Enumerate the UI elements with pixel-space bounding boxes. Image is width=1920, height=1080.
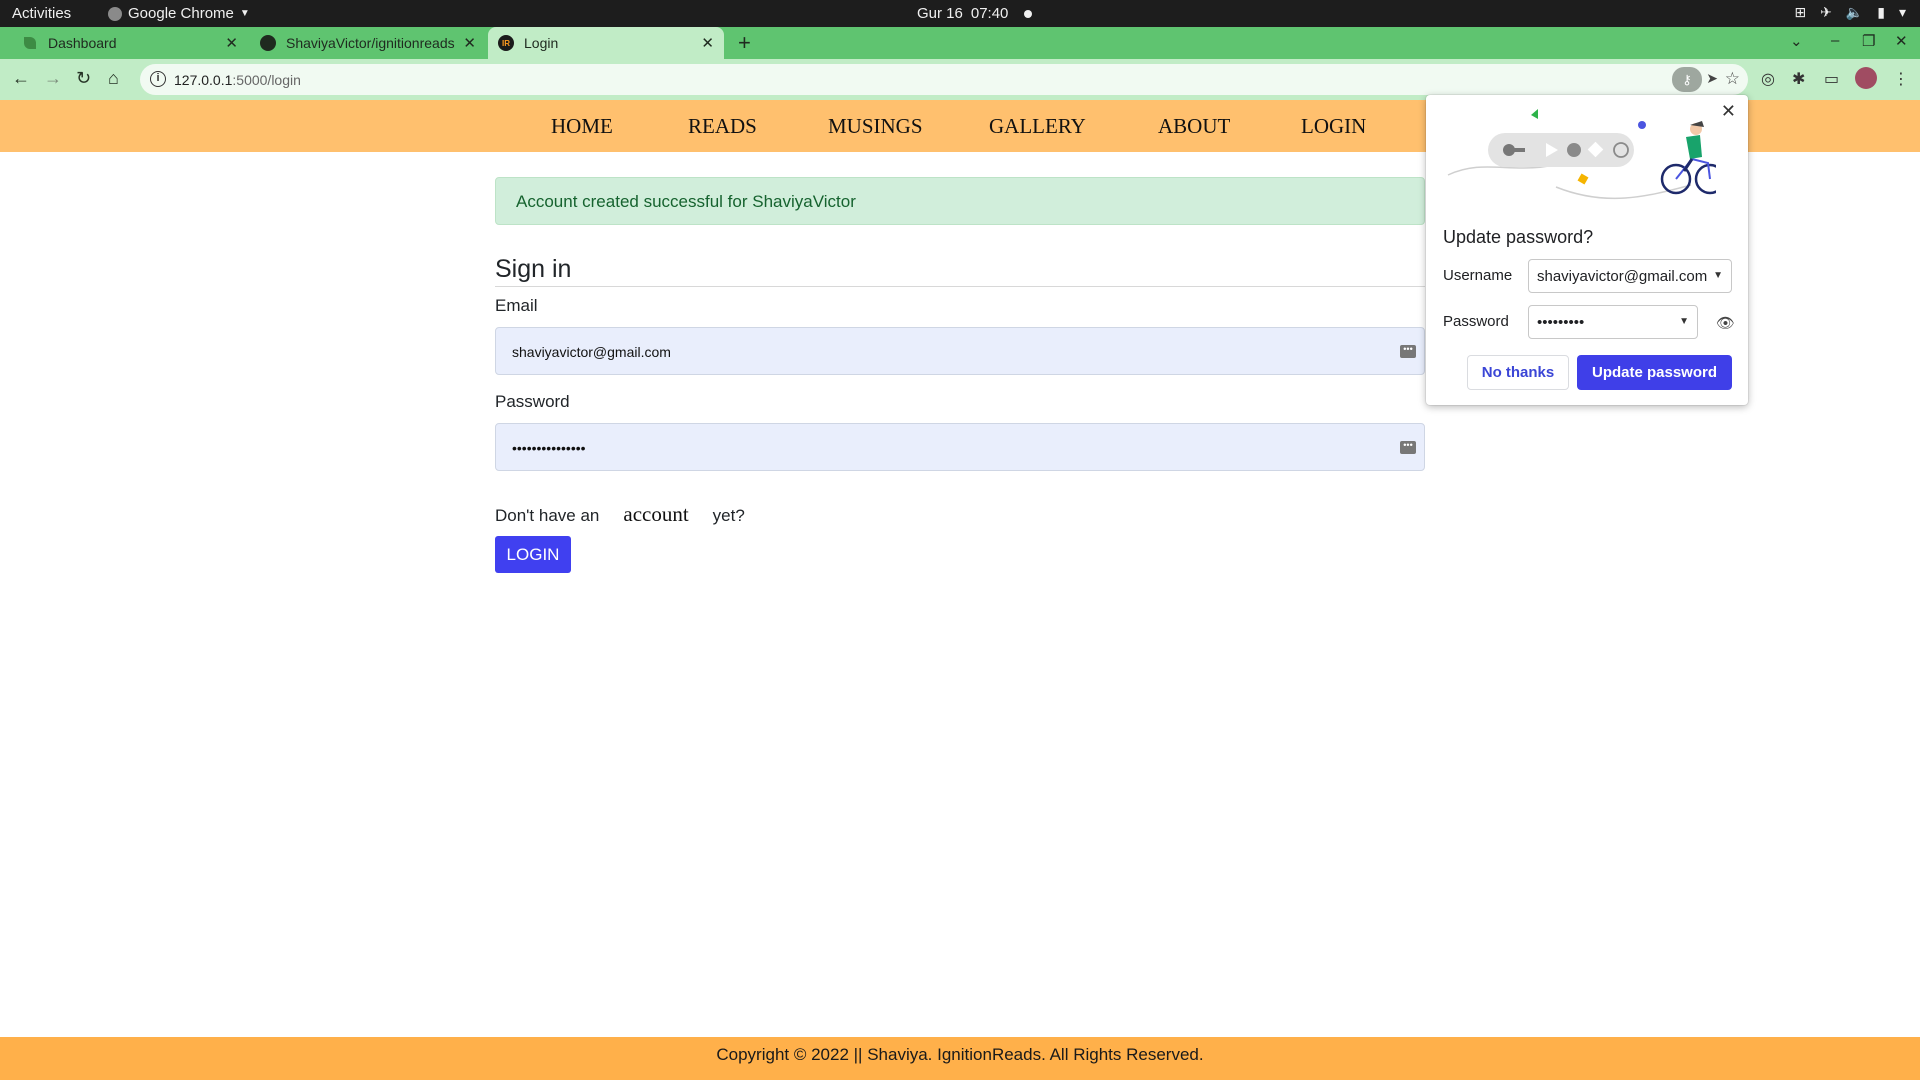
minimize-icon[interactable]: –: [1831, 32, 1839, 49]
signup-prefix: Don't have an: [495, 506, 600, 525]
tab-search-icon[interactable]: ⌄: [1790, 32, 1803, 50]
tab-title: Dashboard: [48, 35, 117, 51]
address-bar[interactable]: i 127.0.0.1:5000/login ⚷ ➤ ☆: [140, 64, 1748, 95]
nav-login[interactable]: LOGIN: [1301, 114, 1401, 139]
reload-icon[interactable]: ↻: [76, 68, 91, 89]
login-button[interactable]: LOGIN: [495, 536, 571, 573]
system-top-bar: Activities Google Chrome ▼ Gur 16 07:40 …: [0, 0, 1920, 27]
system-tray[interactable]: ⊞ ✈ 🔈 ▮ ▾: [1794, 4, 1906, 21]
browser-toolbar: ← → ↻ ⌂ i 127.0.0.1:5000/login ⚷ ➤ ☆ ◎ ✱…: [0, 59, 1920, 100]
signup-prompt: Don't have an account yet?: [495, 502, 745, 527]
extension-icon[interactable]: ◎: [1761, 69, 1775, 89]
new-tab-icon[interactable]: +: [738, 30, 751, 56]
power-menu-icon: ▾: [1898, 4, 1906, 20]
caret-down-icon: ▼: [1679, 316, 1689, 327]
tab-dashboard[interactable]: Dashboard ✕: [12, 27, 248, 59]
password-key-icon[interactable]: ⚷: [1672, 67, 1702, 92]
url-path: :5000/login: [232, 72, 301, 88]
network-icon: ⊞: [1794, 4, 1807, 20]
notification-dot-icon: [1024, 9, 1033, 18]
forward-icon[interactable]: →: [44, 68, 62, 89]
cast-icon[interactable]: ▭: [1824, 69, 1839, 89]
caret-down-icon: ▼: [239, 8, 250, 19]
clock-time: 07:40: [970, 5, 1009, 22]
nav-musings[interactable]: MUSINGS: [828, 114, 989, 139]
username-select[interactable]: shaviyavictor@gmail.com ▼: [1528, 259, 1732, 293]
update-password-button[interactable]: Update password: [1577, 355, 1732, 390]
close-tab-icon[interactable]: ✕: [701, 34, 714, 52]
page-title: Sign in: [495, 255, 572, 283]
back-icon[interactable]: ←: [12, 68, 30, 89]
password-select-value: •••••••••: [1537, 314, 1585, 331]
send-to-device-icon[interactable]: ➤: [1706, 70, 1718, 87]
close-icon[interactable]: ✕: [1721, 101, 1736, 122]
clock-date: Gur 16: [917, 5, 963, 22]
username-select-value: shaviyavictor@gmail.com: [1537, 268, 1708, 285]
airplane-mode-icon: ✈: [1820, 4, 1832, 20]
chrome-app-icon: [108, 6, 122, 21]
caret-down-icon: ▼: [1713, 270, 1723, 281]
email-label: Email: [495, 296, 538, 315]
tab-login[interactable]: IR Login ✕: [488, 27, 724, 59]
leaf-icon: [22, 35, 38, 51]
email-value: shaviyavictor@gmail.com: [512, 344, 671, 360]
success-flash-message: Account created successful for ShaviyaVi…: [495, 177, 1425, 225]
close-tab-icon[interactable]: ✕: [225, 34, 238, 52]
signup-suffix: yet?: [712, 506, 745, 525]
bubble-heading: Update password?: [1443, 227, 1594, 247]
username-label: Username: [1443, 267, 1513, 284]
password-field[interactable]: ••••••••••••••• •••: [495, 423, 1425, 471]
kebab-menu-icon[interactable]: ⋮: [1893, 69, 1909, 89]
nav-reads[interactable]: READS: [688, 114, 828, 139]
close-tab-icon[interactable]: ✕: [463, 34, 476, 52]
no-thanks-button[interactable]: No thanks: [1467, 355, 1569, 390]
site-footer: Copyright © 2022 || Shaviya. IgnitionRea…: [0, 1037, 1920, 1080]
activities-button[interactable]: Activities: [12, 5, 71, 22]
password-illustration: [1447, 109, 1716, 200]
password-label: Password: [495, 392, 570, 411]
password-value: •••••••••••••••: [512, 440, 586, 456]
signup-link[interactable]: account: [623, 502, 688, 527]
ir-logo-icon: IR: [498, 35, 514, 51]
github-icon: [260, 35, 276, 51]
nav-about[interactable]: ABOUT: [1158, 114, 1301, 139]
profile-avatar[interactable]: [1855, 67, 1877, 89]
volume-icon: 🔈: [1845, 4, 1864, 20]
email-field[interactable]: shaviyavictor@gmail.com •••: [495, 327, 1425, 375]
divider: [495, 286, 1425, 287]
tab-title: ShaviyaVictor/ignitionreads: [286, 35, 455, 51]
nav-gallery[interactable]: GALLERY: [989, 114, 1158, 139]
clock[interactable]: Gur 16 07:40: [917, 5, 1033, 22]
tab-title: Login: [524, 35, 559, 51]
app-menu[interactable]: Google Chrome ▼: [108, 5, 250, 22]
password-select[interactable]: ••••••••• ▼: [1528, 305, 1698, 339]
puzzle-extensions-icon[interactable]: ✱: [1792, 69, 1805, 89]
bookmark-star-icon[interactable]: ☆: [1725, 69, 1740, 89]
app-menu-label: Google Chrome: [128, 5, 234, 22]
autofill-key-icon[interactable]: •••: [1400, 345, 1416, 358]
autofill-key-icon[interactable]: •••: [1400, 441, 1416, 454]
battery-icon: ▮: [1877, 4, 1885, 20]
restore-icon[interactable]: ❐: [1862, 32, 1875, 50]
browser-tab-strip: Dashboard ✕ ShaviyaVictor/ignitionreads …: [0, 27, 1920, 59]
tab-github[interactable]: ShaviyaVictor/ignitionreads ✕: [250, 27, 486, 59]
site-info-icon[interactable]: i: [150, 71, 166, 87]
eye-icon[interactable]: 👁: [1716, 314, 1735, 332]
close-window-icon[interactable]: ✕: [1895, 32, 1908, 50]
password-bubble-label: Password: [1443, 313, 1509, 330]
url-text[interactable]: 127.0.0.1:5000/login: [174, 72, 301, 88]
url-host: 127.0.0.1: [174, 72, 233, 88]
update-password-bubble: ✕ Update password? Username shaviyavicto…: [1426, 95, 1748, 405]
home-icon[interactable]: ⌂: [108, 68, 119, 89]
nav-home[interactable]: HOME: [551, 114, 688, 139]
